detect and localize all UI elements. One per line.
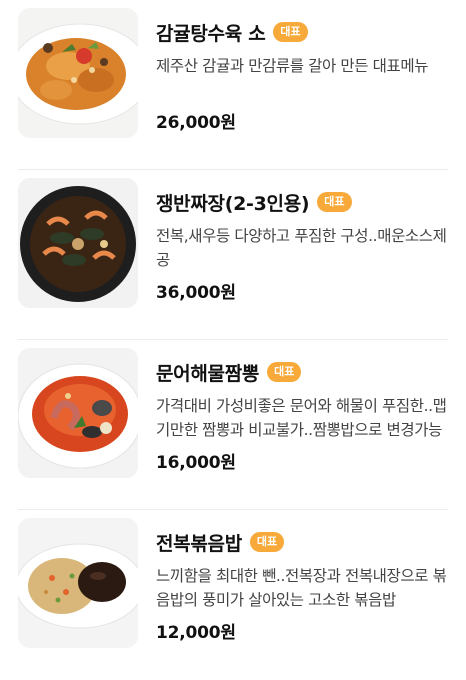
tangsuyuk-photo[interactable] (18, 8, 138, 138)
menu-item-price: 26,000원 (156, 113, 236, 133)
menu-item-description: 느끼함을 최대한 뺀..전복장과 전복내장으로 볶음밥의 풍미가 살아있는 고소… (156, 567, 447, 609)
menu-item-description: 제주산 감귤과 만감류를 갈아 만든 대표메뉴 (156, 57, 429, 75)
signature-badge: 대표 (267, 362, 302, 382)
menu-item-price: 12,000원 (156, 623, 236, 643)
menu-item-price: 16,000원 (156, 453, 236, 473)
menu-item[interactable]: 전복볶음밥 대표 느끼함을 최대한 뺀..전복장과 전복내장으로 볶음밥의 풍미… (0, 510, 466, 680)
menu-item-description: 전복,새우등 다양하고 푸짐한 구성..매운소스제공 (156, 227, 447, 269)
signature-badge: 대표 (273, 22, 308, 42)
menu-item-name: 쟁반짜장(2-3인용) (156, 192, 310, 215)
menu-item-name: 문어해물짬뽕 (156, 362, 260, 385)
jjamppong-photo[interactable] (18, 348, 138, 478)
menu-item[interactable]: 감귤탕수육 소 대표 제주산 감귤과 만감류를 갈아 만든 대표메뉴 26,00… (0, 0, 466, 170)
signature-badge: 대표 (317, 192, 352, 212)
menu-item[interactable]: 문어해물짬뽕 대표 가격대비 가성비좋은 문어와 해물이 푸짐한..맵기만한 짬… (0, 340, 466, 510)
menu-item-name: 전복볶음밥 (156, 532, 242, 555)
menu-item-name: 감귤탕수육 소 (156, 22, 266, 45)
signature-badge: 대표 (249, 532, 285, 552)
fried-rice-photo[interactable] (18, 518, 138, 648)
menu-item-price: 36,000원 (156, 283, 236, 303)
menu-item-description: 가격대비 가성비좋은 문어와 해물이 푸짐한..맵기만한 짬뽕과 비교불가..짬… (156, 397, 447, 439)
menu-list: 감귤탕수육 소 대표 제주산 감귤과 만감류를 갈아 만든 대표메뉴 26,00… (0, 0, 466, 680)
jjajang-photo[interactable] (18, 178, 138, 308)
menu-item[interactable]: 쟁반짜장(2-3인용) 대표 전복,새우등 다양하고 푸짐한 구성..매운소스제… (0, 170, 466, 340)
